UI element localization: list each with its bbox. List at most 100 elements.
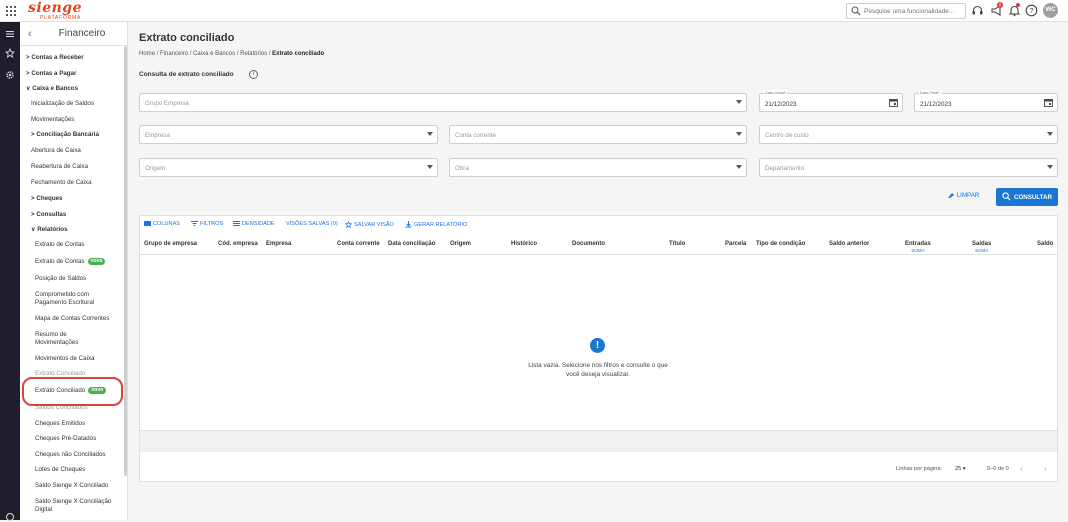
sidebar-item-movimentos-caixa[interactable]: Movimentos de Caixa <box>35 355 95 363</box>
col-cod-empresa[interactable]: Cód. empresa <box>218 241 258 247</box>
sidebar-item-consultas[interactable]: > Consultas <box>31 211 66 219</box>
sidebar-item-abertura-caixa[interactable]: Abertura de Caixa <box>31 147 81 155</box>
col-parcela[interactable]: Parcela <box>725 241 746 247</box>
consultar-button[interactable]: CONSULTAR <box>996 188 1058 206</box>
breadcrumb-financeiro[interactable]: Financeiro <box>160 51 188 57</box>
gerar-relatorio-button[interactable]: GERAR RELATÓRIO <box>405 221 467 228</box>
sidebar-item-saldo-sienge-conciliacao-line1[interactable]: Saldo Sienge X Conciliação <box>35 498 111 506</box>
prev-page-icon[interactable]: ‹ <box>1020 464 1023 473</box>
col-grupo-empresa[interactable]: Grupo de empresa <box>144 241 197 247</box>
info-icon[interactable]: i <box>249 70 258 79</box>
sidebar-item-resumo-line2[interactable]: Movimentações <box>35 339 78 347</box>
sidebar-item-contas-receber[interactable]: > Contas a Receber <box>26 54 84 62</box>
colunas-button[interactable]: COLUNAS <box>144 221 180 227</box>
sidebar-item-cheques-nao-conciliados[interactable]: Cheques não Conciliados <box>35 451 106 459</box>
chevron-right-icon: > <box>26 54 30 61</box>
sidebar-item-cheques-emitidos[interactable]: Cheques Emitidos <box>35 420 85 428</box>
help-icon[interactable]: ? <box>1025 4 1038 17</box>
search-box[interactable] <box>846 3 966 19</box>
columns-icon <box>144 221 151 227</box>
apps-grid-icon[interactable] <box>6 6 16 16</box>
headset-icon[interactable] <box>971 4 984 17</box>
menu-icon[interactable] <box>5 29 15 39</box>
sidebar-item-conciliacao-bancaria[interactable]: > Conciliação Bancária <box>31 131 99 139</box>
chevron-down-icon <box>427 132 433 136</box>
sidebar-item-comprometido-line2[interactable]: Pagamento Escritural <box>35 299 94 307</box>
filtros-button[interactable]: FILTROS <box>191 221 223 227</box>
col-historico[interactable]: Histórico <box>511 241 537 247</box>
data-final-field[interactable]: Data Final* 21/12/2023 <box>914 90 1058 112</box>
main-content: Extrato conciliado Home / Financeiro / C… <box>128 22 1068 520</box>
logout-icon[interactable] <box>5 512 15 522</box>
col-documento[interactable]: Documento <box>572 241 605 247</box>
col-entradas[interactable]: Entradas SOMA <box>905 241 931 253</box>
back-chevron-icon[interactable]: ‹ <box>28 28 32 40</box>
data-inicial-field[interactable]: Data Inicial* 21/12/2023 <box>759 90 903 112</box>
sidebar-header: ‹ Financeiro <box>20 22 127 46</box>
col-saldo[interactable]: Saldo <box>1037 241 1053 247</box>
sidebar-item-movimentacoes[interactable]: Movimentações <box>31 116 74 124</box>
salvar-visao-button[interactable]: SALVAR VISÃO <box>345 221 394 228</box>
sidebar-item-caixa-bancos[interactable]: ∨ Caixa e Bancos <box>26 85 78 93</box>
sidebar-item-saldo-sienge-conciliado[interactable]: Saldo Sienge X Conciliado <box>35 482 108 490</box>
col-saidas[interactable]: Saídas SOMA <box>972 241 991 253</box>
sidebar-item-posicao-saldos[interactable]: Posição de Saldos <box>35 275 86 283</box>
departamento-select[interactable]: Departamento <box>759 158 1058 177</box>
chevron-right-icon: > <box>31 211 35 218</box>
breadcrumb-home[interactable]: Home <box>139 51 155 57</box>
novo-badge: novo <box>87 258 106 265</box>
page-title: Extrato conciliado <box>139 32 235 44</box>
user-avatar[interactable]: WC <box>1043 3 1058 18</box>
sidebar-item-contas-pagar[interactable]: > Contas a Pagar <box>26 70 76 78</box>
rows-per-page-select[interactable]: 25 ▾ <box>955 466 966 472</box>
visoes-salvas-button[interactable]: VISÕES SALVAS (0) <box>286 221 338 227</box>
star-icon[interactable] <box>5 48 15 58</box>
col-empresa[interactable]: Empresa <box>266 241 291 247</box>
soma-label: SOMA <box>975 248 989 253</box>
col-titulo[interactable]: Título <box>669 241 685 247</box>
sidebar-item-lotes-cheques[interactable]: Lotes de Cheques <box>35 466 85 474</box>
sidebar-scrollbar[interactable] <box>124 46 127 476</box>
limpar-button[interactable]: LIMPAR <box>947 192 979 199</box>
col-saldo-anterior[interactable]: Saldo anterior <box>829 241 869 247</box>
conta-corrente-select[interactable]: Conta corrente <box>449 125 747 144</box>
sidebar-item-resumo-line1[interactable]: Resumo de <box>35 331 67 339</box>
sidebar-item-inicializacao-saldos[interactable]: Inicialização de Saldos <box>31 100 94 108</box>
obra-select[interactable]: Obra <box>449 158 747 177</box>
bell-dot <box>1016 3 1020 7</box>
breadcrumb-current: Extrato conciliado <box>272 51 325 57</box>
page-range: 0–0 de 0 <box>987 466 1009 472</box>
breadcrumb-relatorios[interactable]: Relatórios <box>240 51 267 57</box>
sidebar-item-mapa-contas[interactable]: Mapa de Contas Correntes <box>35 315 109 323</box>
breadcrumb-caixa-bancos[interactable]: Caixa e Bancos <box>193 51 235 57</box>
calendar-icon[interactable] <box>889 98 898 107</box>
sidebar-item-fechamento-caixa[interactable]: Fechamento de Caixa <box>31 179 92 187</box>
sidebar-item-extrato-contas-novo[interactable]: Extrato de Contas novo <box>35 258 106 266</box>
calendar-icon[interactable] <box>1044 98 1053 107</box>
sidebar-item-reabertura-caixa[interactable]: Reabertura de Caixa <box>31 163 88 171</box>
sidebar-item-relatorios[interactable]: ∨ Relatórios <box>31 226 68 234</box>
sidebar-item-saldo-sienge-conciliacao-line2[interactable]: Digital <box>35 506 52 514</box>
grid-horizontal-scroll-area[interactable] <box>140 430 1057 452</box>
col-data-conciliacao[interactable]: Data conciliação <box>388 241 435 247</box>
densidade-button[interactable]: DENSIDADE <box>233 221 275 227</box>
sidebar-item-extrato-contas[interactable]: Extrato de Contas <box>35 241 85 249</box>
search-icon <box>1002 192 1011 201</box>
sienge-logo[interactable]: sienge PLATAFORMA <box>28 1 82 21</box>
sidebar-item-comprometido-line1[interactable]: Comprometido com <box>35 291 89 299</box>
empresa-select[interactable]: Empresa <box>139 125 438 144</box>
col-conta-corrente[interactable]: Conta corrente <box>337 241 380 247</box>
gear-icon[interactable] <box>5 70 15 80</box>
grupo-empresa-select[interactable]: Grupo Empresa <box>139 93 747 112</box>
origem-select[interactable]: Origem <box>139 158 438 177</box>
chevron-right-icon: > <box>26 70 30 77</box>
centro-custo-select[interactable]: Centro de custo <box>759 125 1058 144</box>
sidebar-item-cheques-pre-datados[interactable]: Cheques Pré-Datados <box>35 435 96 443</box>
sidebar-item-cheques[interactable]: > Cheques <box>31 195 63 203</box>
col-origem[interactable]: Origem <box>450 241 471 247</box>
col-tipo-condicao[interactable]: Tipo de condição <box>756 241 805 247</box>
search-input[interactable] <box>864 6 964 16</box>
chevron-down-icon: ∨ <box>26 85 31 92</box>
sidebar: ‹ Financeiro > Contas a Receber > Contas… <box>20 22 128 520</box>
next-page-icon[interactable]: › <box>1044 464 1047 473</box>
